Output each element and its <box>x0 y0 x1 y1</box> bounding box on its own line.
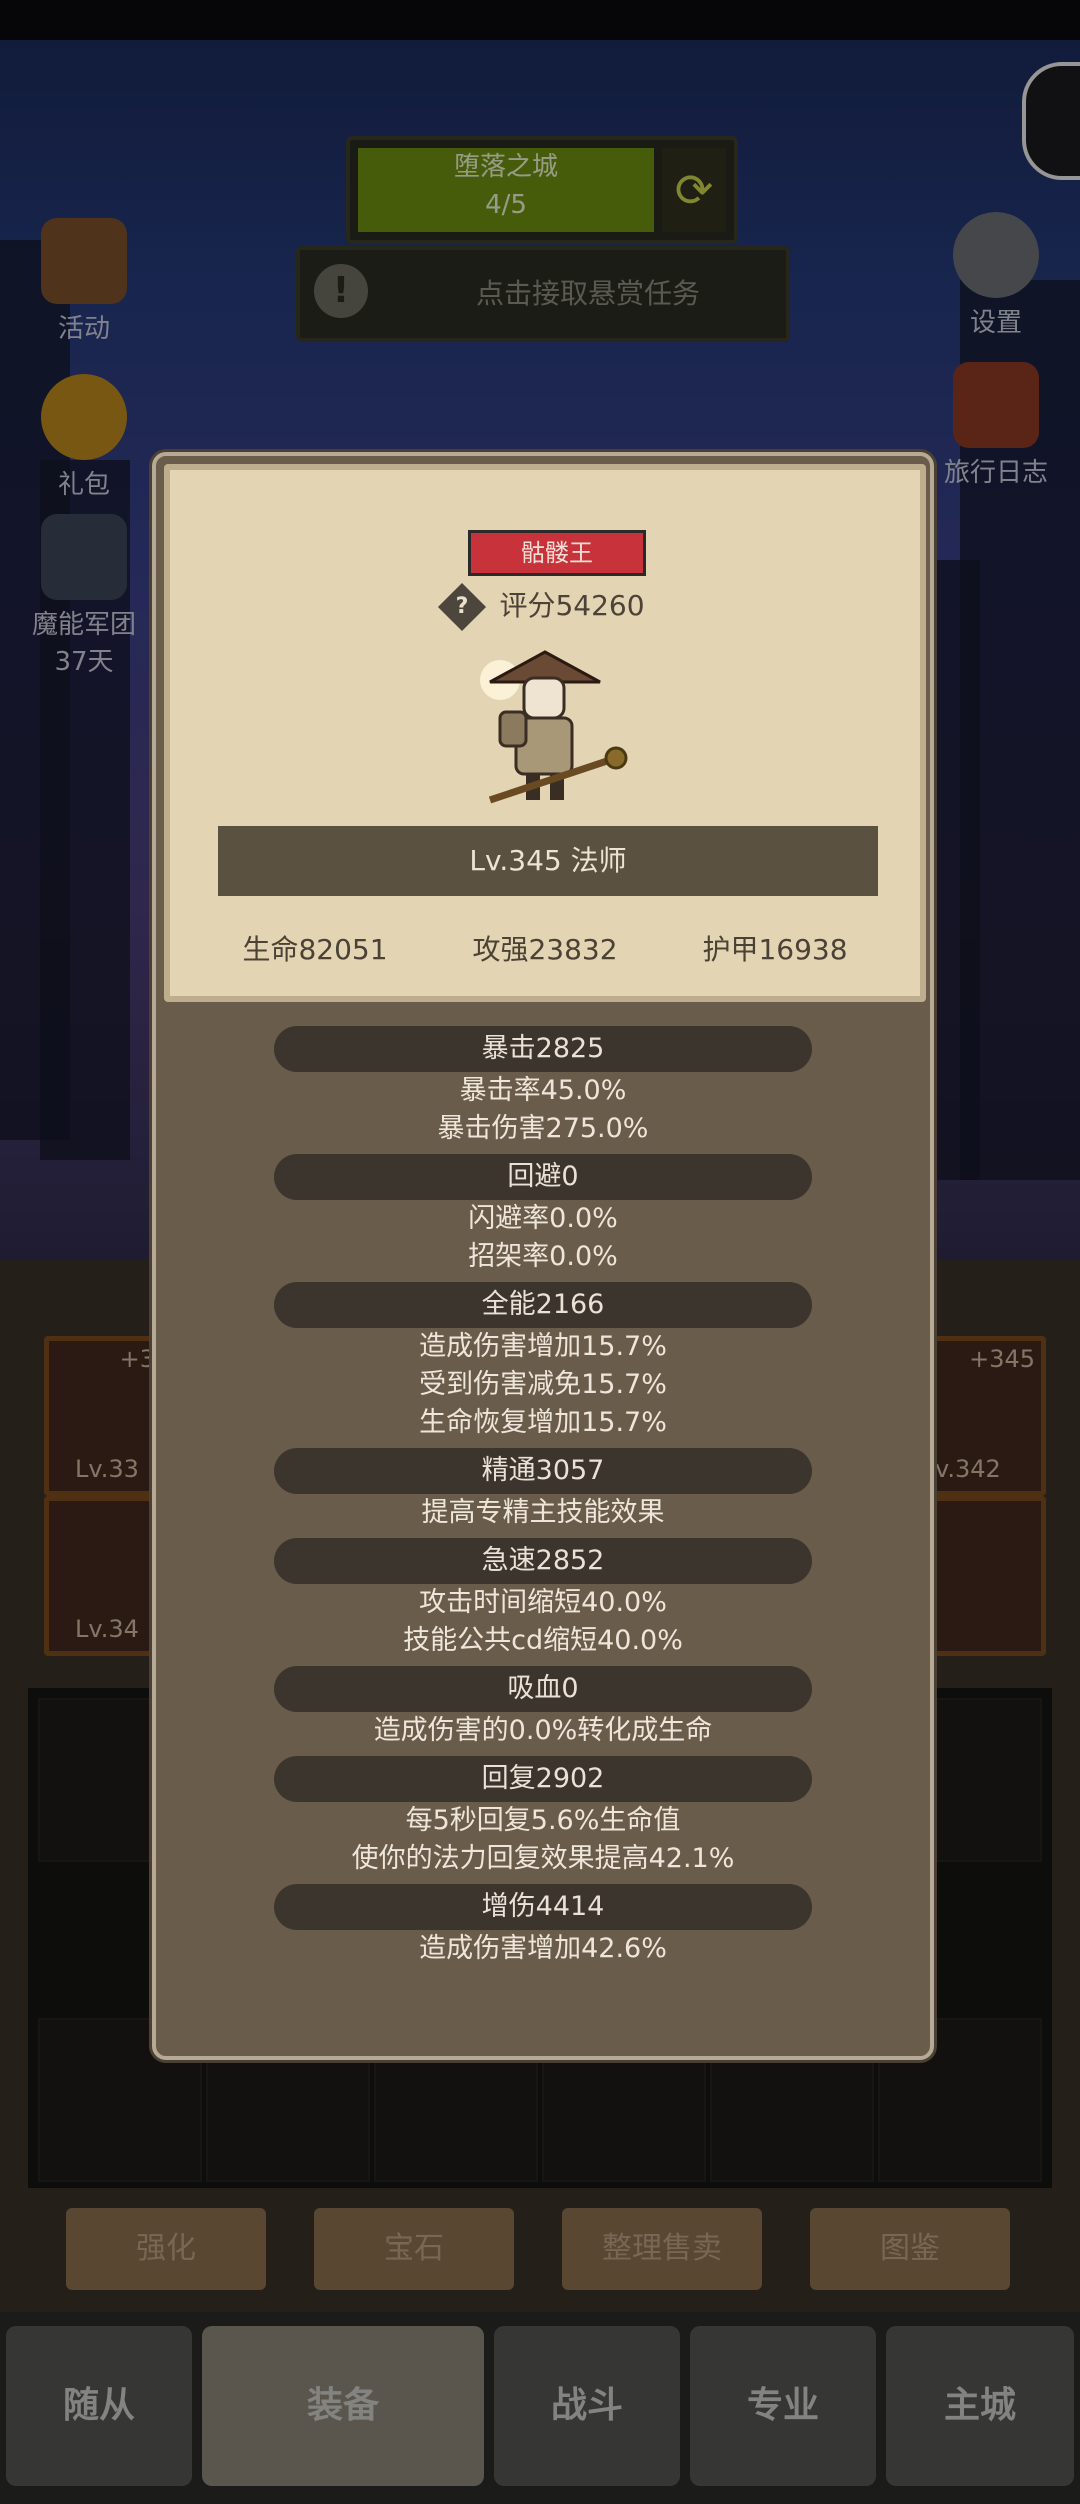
attr-line: 受到伤害减免15.7% <box>419 1369 667 1400</box>
travel-log-label: 旅行日志 <box>943 458 1048 488</box>
nav-battle[interactable]: 战斗 <box>494 2326 680 2486</box>
attr-title: 回复2902 <box>274 1756 812 1802</box>
attr-line: 造成伤害增加42.6% <box>419 1933 667 1964</box>
activity-label: 活动 <box>57 314 110 344</box>
slot-plus: +3 <box>119 1345 155 1373</box>
equip-slot-shoulder[interactable]: Lv.34 <box>44 1496 166 1656</box>
attr-title: 增伤4414 <box>274 1884 812 1930</box>
enhance-button[interactable]: 强化 <box>66 2208 266 2290</box>
attr-line: 造成伤害的0.0%转化成生命 <box>373 1715 713 1746</box>
attr-title: 急速2852 <box>274 1538 812 1584</box>
gear-icon <box>953 212 1039 298</box>
giftbag-icon <box>41 374 127 460</box>
attr-haste: 急速2852 攻击时间缩短40.0% 技能公共cd缩短40.0% <box>156 1538 930 1660</box>
attr-crit: 暴击2825 暴击率45.0% 暴击伤害275.0% <box>156 1026 930 1148</box>
attr-lifesteal: 吸血0 造成伤害的0.0%转化成生命 <box>156 1666 930 1750</box>
base-stats: 生命82051 攻强23832 护甲16938 <box>170 928 920 968</box>
boss-stats-popup: 骷髅王 ? 评分54260 Lv.345 法师 生命82051 攻强23832 护… <box>152 452 934 2060</box>
attr-line: 技能公共cd缩短40.0% <box>403 1625 683 1656</box>
boss-character-image <box>480 650 628 804</box>
attr-versatility: 全能2166 造成伤害增加15.7% 受到伤害减免15.7% 生命恢复增加15.… <box>156 1282 930 1442</box>
attr-title: 全能2166 <box>274 1282 812 1328</box>
score-text: 评分54260 <box>499 589 645 622</box>
exclamation-icon: ! <box>314 264 368 318</box>
nav-equipment[interactable]: 装备 <box>202 2326 484 2486</box>
attr-line: 攻击时间缩短40.0% <box>419 1587 667 1618</box>
slot-level: v.342 <box>935 1455 1001 1483</box>
attr-line: 每5秒回复5.6%生命值 <box>405 1805 681 1836</box>
avatar[interactable] <box>1022 62 1080 180</box>
refresh-icon[interactable]: ⟳ <box>662 148 726 232</box>
attr-line: 招架率0.0% <box>468 1241 618 1272</box>
hp-stat: 生命82051 <box>242 933 388 966</box>
equip-slot-weapon[interactable]: +345 v.342 <box>924 1336 1046 1496</box>
nav-followers[interactable]: 随从 <box>6 2326 192 2486</box>
codex-button[interactable]: 图鉴 <box>810 2208 1010 2290</box>
giftbag-label: 礼包 <box>57 470 110 500</box>
question-icon[interactable]: ? <box>438 582 487 632</box>
attr-line: 生命恢复增加15.7% <box>419 1407 667 1438</box>
attack-stat: 攻强23832 <box>472 933 618 966</box>
boss-tag: 骷髅王 <box>468 530 646 576</box>
attr-line: 闪避率0.0% <box>468 1203 618 1234</box>
attr-line: 暴击率45.0% <box>459 1075 627 1106</box>
attr-avoid: 回避0 闪避率0.0% 招架率0.0% <box>156 1154 930 1276</box>
map-progress: 4/5 <box>485 190 527 220</box>
attr-damage-bonus: 增伤4414 造成伤害增加42.6% <box>156 1884 930 1968</box>
settings-button[interactable]: 设置 <box>926 212 1066 339</box>
map-name: 堕落之城 <box>453 152 558 182</box>
nav-main-city[interactable]: 主城 <box>886 2326 1074 2486</box>
legion-icon <box>41 514 127 600</box>
score-row: ? 评分54260 <box>170 582 920 632</box>
attr-title: 精通3057 <box>274 1448 812 1494</box>
travel-log-button[interactable]: 旅行日志 <box>926 362 1066 489</box>
scroll-icon <box>41 218 127 304</box>
attr-line: 使你的法力回复效果提高42.1% <box>351 1843 735 1874</box>
legion-label: 魔能军团 <box>31 610 136 640</box>
bounty-task-button[interactable]: ! 点击接取悬赏任务 <box>296 246 790 342</box>
armor-stat: 护甲16938 <box>702 933 848 966</box>
gem-button[interactable]: 宝石 <box>314 2208 514 2290</box>
attribute-list: 暴击2825 暴击率45.0% 暴击伤害275.0% 回避0 闪避率0.0% 招… <box>156 1026 930 1974</box>
nav-profession[interactable]: 专业 <box>690 2326 876 2486</box>
attr-line: 造成伤害增加15.7% <box>419 1331 667 1362</box>
legion-days: 37天 <box>54 647 114 677</box>
attr-title: 回避0 <box>274 1154 812 1200</box>
map-progress-button[interactable]: 堕落之城 4/5 ⟳ <box>346 136 738 244</box>
bottom-nav: 随从 装备 战斗 专业 主城 <box>0 2312 1080 2504</box>
attr-title: 暴击2825 <box>274 1026 812 1072</box>
settings-label: 设置 <box>969 308 1022 338</box>
attr-title: 吸血0 <box>274 1666 812 1712</box>
bounty-label: 点击接取悬赏任务 <box>475 277 700 310</box>
legion-button[interactable]: 魔能军团 37天 <box>14 514 154 678</box>
attr-mastery: 精通3057 提高专精主技能效果 <box>156 1448 930 1532</box>
sort-sell-button[interactable]: 整理售卖 <box>562 2208 762 2290</box>
attr-regen: 回复2902 每5秒回复5.6%生命值 使你的法力回复效果提高42.1% <box>156 1756 930 1878</box>
equip-slot-helmet[interactable]: +3 Lv.33 <box>44 1336 166 1496</box>
giftbag-button[interactable]: 礼包 <box>14 374 154 501</box>
activity-button[interactable]: 活动 <box>14 218 154 345</box>
slot-level: Lv.33 <box>75 1455 139 1483</box>
attr-line: 提高专精主技能效果 <box>421 1497 665 1528</box>
boss-card: 骷髅王 ? 评分54260 Lv.345 法师 生命82051 攻强23832 护… <box>164 464 926 1002</box>
slot-level: Lv.34 <box>75 1615 139 1643</box>
status-bar <box>0 0 1080 40</box>
level-class-bar: Lv.345 法师 <box>218 826 878 896</box>
book-icon <box>953 362 1039 448</box>
slot-plus: +345 <box>969 1345 1035 1373</box>
equip-slot-trinket[interactable] <box>924 1496 1046 1656</box>
attr-line: 暴击伤害275.0% <box>437 1113 649 1144</box>
